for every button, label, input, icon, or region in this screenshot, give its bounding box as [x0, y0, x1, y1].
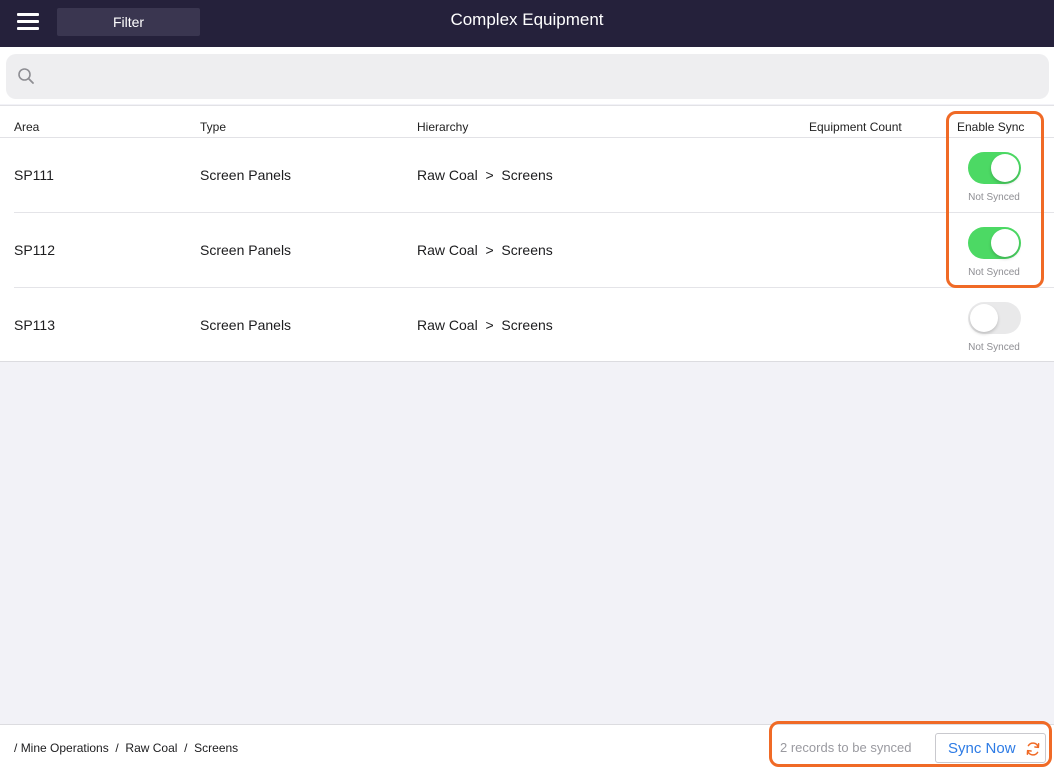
type-cell: Screen Panels [200, 242, 292, 258]
sync-now-button[interactable]: Sync Now [935, 733, 1046, 763]
sync-now-label: Sync Now [948, 740, 1016, 757]
search-field[interactable] [6, 54, 1049, 99]
sync-status-label: Not Synced [968, 267, 1020, 278]
sync-status-label: Not Synced [968, 192, 1020, 203]
nav-header: Filter Complex Equipment [0, 0, 1054, 47]
type-cell: Screen Panels [200, 317, 292, 333]
search-input[interactable] [42, 54, 1042, 99]
pending-sync-count: 2 records to be synced [780, 740, 912, 755]
footer-bar: / Mine Operations / Raw Coal / Screens 2… [0, 724, 1054, 768]
hierarchy-cell: Raw Coal > Screens [417, 242, 553, 258]
table-row[interactable]: SP112 Screen Panels Raw Coal > Screens N… [0, 213, 1054, 288]
area-cell: SP111 [14, 167, 54, 183]
column-header-hierarchy[interactable]: Hierarchy [417, 120, 468, 134]
table-row[interactable]: SP111 Screen Panels Raw Coal > Screens N… [0, 138, 1054, 213]
sync-status-label: Not Synced [968, 342, 1020, 353]
column-header-enable-sync: Enable Sync [957, 120, 1025, 134]
column-header-equipment-count[interactable]: Equipment Count [809, 120, 902, 134]
area-cell: SP113 [14, 317, 55, 333]
column-header-type[interactable]: Type [200, 120, 226, 134]
sync-refresh-icon [1026, 742, 1040, 756]
search-icon [18, 68, 34, 84]
table-header: Area Type Hierarchy Equipment Count Enab… [0, 105, 1054, 138]
breadcrumb-separator: / [184, 741, 188, 755]
breadcrumb-item-mine-operations[interactable]: Mine Operations [21, 741, 109, 755]
breadcrumb-item-screens[interactable]: Screens [194, 741, 238, 755]
app-root: Filter Complex Equipment Area Type Hiera… [0, 0, 1054, 768]
search-bar [0, 47, 1054, 104]
enable-sync-toggle[interactable] [968, 227, 1021, 259]
breadcrumb-separator: / [14, 741, 18, 755]
type-cell: Screen Panels [200, 167, 292, 183]
enable-sync-toggle[interactable] [968, 302, 1021, 334]
breadcrumb: / Mine Operations / Raw Coal / Screens [14, 741, 238, 755]
equipment-table-body: SP111 Screen Panels Raw Coal > Screens N… [0, 138, 1054, 362]
toggle-knob [970, 304, 998, 332]
hierarchy-cell: Raw Coal > Screens [417, 317, 553, 333]
area-cell: SP112 [14, 242, 55, 258]
hierarchy-cell: Raw Coal > Screens [417, 167, 553, 183]
toggle-knob [991, 154, 1019, 182]
breadcrumb-item-raw-coal[interactable]: Raw Coal [125, 741, 177, 755]
enable-sync-toggle[interactable] [968, 152, 1021, 184]
table-row[interactable]: SP113 Screen Panels Raw Coal > Screens N… [0, 288, 1054, 363]
toggle-knob [991, 229, 1019, 257]
page-title: Complex Equipment [450, 10, 604, 29]
column-header-area[interactable]: Area [14, 120, 39, 134]
breadcrumb-separator: / [115, 741, 119, 755]
